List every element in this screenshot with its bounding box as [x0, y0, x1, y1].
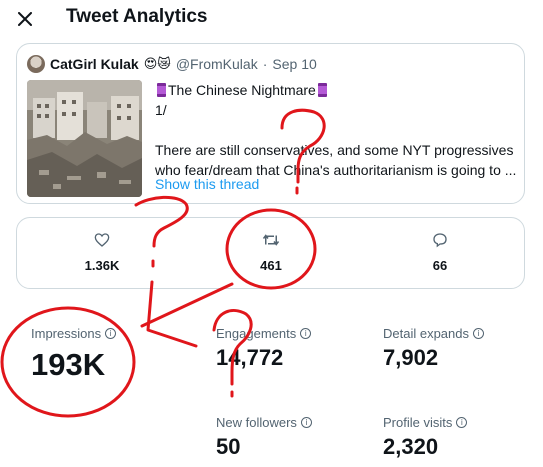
tweet-line-2: 1/: [155, 102, 167, 118]
detail-expands-stat: Detail expands i 7,902: [383, 326, 484, 371]
close-button[interactable]: [12, 6, 38, 32]
author-name[interactable]: CatGirl Kulak: [50, 56, 139, 72]
engagements-label: Engagements: [216, 326, 297, 341]
engagement-summary-card: 1.36K 461 66: [16, 217, 525, 289]
engagements-value: 14,772: [216, 345, 284, 370]
replies-metric[interactable]: 66: [395, 232, 485, 273]
info-icon[interactable]: i: [456, 417, 468, 428]
separator-dot: ·: [262, 56, 268, 72]
arrow-annotation: [146, 280, 198, 348]
profile-visits-stat: Profile visits i 2,320: [383, 415, 468, 460]
engagements-stat: Engagements i 14,772: [216, 326, 312, 371]
profile-visits-value: 2,320: [383, 434, 439, 459]
tweet-body-line-1: There are still conservatives, and some …: [155, 142, 514, 158]
new-followers-label: New followers: [216, 415, 297, 430]
profile-visits-label: Profile visits: [383, 415, 453, 430]
tweet-title-line: The Chinese Nightmare: [155, 80, 517, 100]
impressions-label: Impressions: [31, 326, 102, 341]
impressions-stat: Impressions i 193K: [31, 326, 117, 383]
likes-metric[interactable]: 1.36K: [57, 232, 147, 273]
close-icon: [18, 12, 32, 26]
arrow-annotation: [140, 282, 234, 328]
author-emojis: 😍😿: [143, 56, 171, 72]
info-icon[interactable]: i: [300, 417, 312, 428]
thread-spool-icon: [317, 83, 327, 97]
reply-icon: [433, 233, 447, 248]
tweet-thumbnail-image[interactable]: [27, 80, 142, 197]
tweet-text[interactable]: The Chinese Nightmare 1/ There are still…: [155, 80, 517, 180]
tweet-date[interactable]: Sep 10: [272, 56, 316, 72]
retweets-metric[interactable]: 461: [226, 232, 316, 273]
page-title: Tweet Analytics: [66, 6, 208, 27]
new-followers-value: 50: [216, 434, 241, 459]
tweet-header: CatGirl Kulak 😍😿 @FromKulak · Sep 10: [27, 54, 317, 74]
heart-icon: [94, 233, 110, 247]
replies-count: 66: [432, 258, 448, 273]
tweet-preview-card[interactable]: CatGirl Kulak 😍😿 @FromKulak · Sep 10 The…: [16, 43, 525, 204]
author-handle[interactable]: @FromKulak: [176, 56, 258, 72]
show-thread-link[interactable]: Show this thread: [155, 176, 259, 192]
impressions-value: 193K: [31, 347, 106, 382]
retweet-icon: [262, 234, 280, 246]
info-icon[interactable]: i: [300, 328, 312, 339]
info-icon[interactable]: i: [473, 328, 484, 339]
avatar[interactable]: [27, 55, 45, 73]
likes-count: 1.36K: [84, 258, 120, 273]
retweets-count: 461: [260, 258, 282, 273]
detail-expands-value: 7,902: [383, 345, 439, 370]
thread-spool-icon: [157, 83, 166, 97]
detail-expands-label: Detail expands: [383, 326, 469, 341]
dialog-header: Tweet Analytics: [0, 0, 543, 36]
new-followers-stat: New followers i 50: [216, 415, 312, 460]
info-icon[interactable]: i: [105, 328, 117, 339]
